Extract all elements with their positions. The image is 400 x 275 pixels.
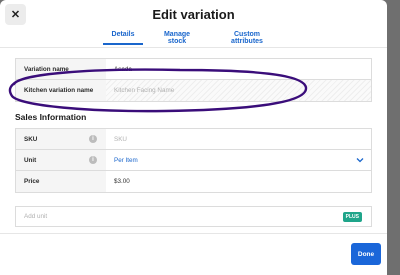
tab-custom-attributes[interactable]: Custom attributes <box>218 31 276 45</box>
price-input[interactable]: $3.00 <box>106 171 371 192</box>
variation-name-input[interactable]: Asada <box>106 59 371 79</box>
chevron-down-icon[interactable] <box>356 156 364 164</box>
sales-info-heading: Sales Information <box>15 112 87 122</box>
kitchen-name-input[interactable]: Kitchen Facing Name <box>106 80 371 101</box>
add-unit-placeholder: Add unit <box>24 213 48 220</box>
sku-input[interactable]: SKU <box>106 129 371 149</box>
kitchen-name-row: Kitchen variation name Kitchen Facing Na… <box>16 80 371 101</box>
sku-row: SKU i SKU <box>16 129 371 150</box>
modal-title: Edit variation <box>152 7 235 22</box>
price-label: Price <box>16 171 106 192</box>
info-icon[interactable]: i <box>89 135 97 143</box>
tab-manage-stock[interactable]: Manage stock <box>154 31 200 45</box>
sales-table: SKU i SKU Unit i Per Item Price $3.00 <box>15 128 372 193</box>
info-icon[interactable]: i <box>89 156 97 164</box>
footer-divider <box>0 233 387 234</box>
details-table: Variation name Asada Kitchen variation n… <box>15 58 372 102</box>
edit-variation-modal: ✕ Edit variation Details Manage stock Cu… <box>0 0 387 275</box>
variation-name-row: Variation name Asada <box>16 59 371 80</box>
tab-bar: Details Manage stock Custom attributes <box>0 31 387 47</box>
unit-select[interactable]: Per Item <box>106 150 371 170</box>
unit-row: Unit i Per Item <box>16 150 371 171</box>
tab-details[interactable]: Details <box>103 31 143 45</box>
kitchen-name-label: Kitchen variation name <box>16 80 106 101</box>
done-button[interactable]: Done <box>351 243 381 265</box>
plus-badge: PLUS <box>342 212 362 222</box>
tab-divider <box>0 47 387 48</box>
price-row: Price $3.00 <box>16 171 371 192</box>
add-unit-field[interactable]: Add unit PLUS <box>15 206 372 227</box>
variation-name-label: Variation name <box>16 59 106 79</box>
